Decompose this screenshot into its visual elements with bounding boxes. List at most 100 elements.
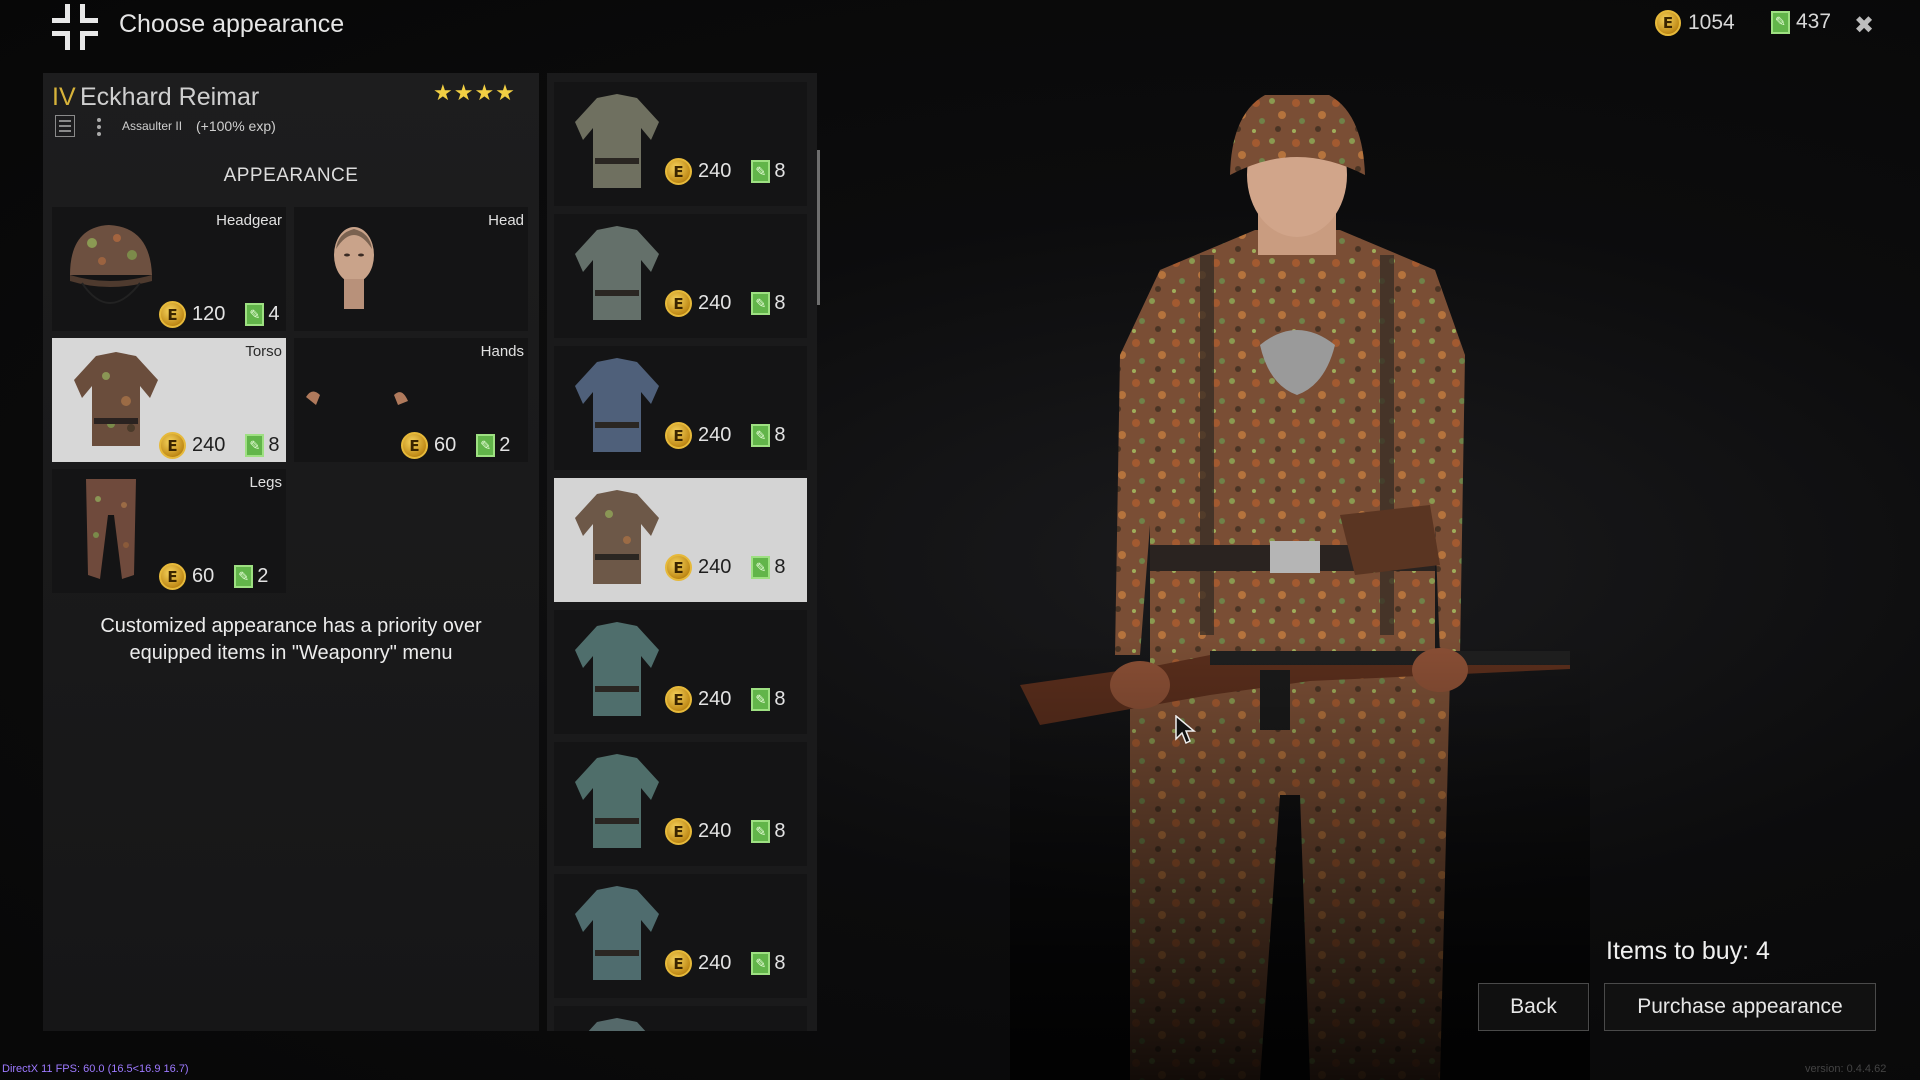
game-logo-icon <box>52 4 98 50</box>
catalog-item[interactable]: E 240 ✎ 8 <box>554 874 807 998</box>
hands-image <box>306 391 408 405</box>
gold-amount: 1054 <box>1688 11 1735 34</box>
legs-image <box>86 479 136 579</box>
slot-label: Torso <box>245 343 282 360</box>
ticket-amount: 437 <box>1796 10 1832 33</box>
ticket-icon: ✎ <box>476 434 496 457</box>
more-options-icon[interactable] <box>95 117 103 137</box>
torso-image <box>74 352 158 446</box>
gold-coin-icon: E <box>665 686 692 713</box>
ticket-price: 8 <box>774 688 786 710</box>
gold-price: 240 <box>698 688 732 710</box>
slot-torso[interactable]: Torso E 240 ✎ 8 <box>52 338 286 462</box>
catalog-scrollbar[interactable] <box>817 150 820 305</box>
close-button[interactable]: ✖ <box>1854 11 1874 40</box>
slot-headgear[interactable]: Headgear E 120 ✎ 4 <box>52 207 286 331</box>
appearance-heading: APPEARANCE <box>223 165 359 186</box>
gold-price: 240 <box>698 160 732 182</box>
ticket-icon: ✎ <box>751 292 771 315</box>
fps-counter: DirectX 11 FPS: 60.0 (16.5<16.9 16.7) <box>2 1063 189 1075</box>
soldier-exp-bonus: (+100% exp) <box>196 118 276 134</box>
gold-coin-icon: E <box>159 563 186 590</box>
ticket-icon: ✎ <box>751 556 771 579</box>
ticket-icon: ✎ <box>234 565 254 588</box>
soldier-model-preview <box>1010 95 1590 1080</box>
ticket-icon: ✎ <box>1771 10 1790 34</box>
mouse-cursor-icon <box>1175 715 1197 745</box>
gold-coin-icon: E <box>665 422 692 449</box>
catalog-item[interactable]: E 240 ✎ 8 <box>554 742 807 866</box>
slot-label: Hands <box>480 343 524 360</box>
ticket-price: 8 <box>774 292 786 314</box>
ticket-icon: ✎ <box>751 688 771 711</box>
helmet-image <box>70 225 152 304</box>
gold-coin-icon: E <box>665 818 692 845</box>
list-icon[interactable] <box>55 115 75 137</box>
gold-coin-icon: E <box>665 554 692 581</box>
gold-coin-icon: E <box>665 290 692 317</box>
gold-coin-icon: E <box>665 950 692 977</box>
jacket-image <box>575 490 659 584</box>
notice-line: equipped items in "Weaponry" menu <box>129 642 453 664</box>
jacket-image <box>575 622 659 716</box>
ticket-icon: ✎ <box>245 434 265 457</box>
purchase-appearance-button[interactable]: Purchase appearance <box>1604 983 1876 1031</box>
ticket-price: 8 <box>774 952 786 974</box>
gold-price: 240 <box>698 820 732 842</box>
ticket-price: 2 <box>257 565 269 587</box>
ticket-icon: ✎ <box>751 952 771 975</box>
ticket-icon: ✎ <box>751 160 771 183</box>
version-label: version: 0.4.4.62 <box>1805 1063 1887 1075</box>
head-image <box>334 227 374 309</box>
soldier-appearance-panel: IV Eckhard Reimar ★★★★ Assaulter II (+10… <box>43 73 539 1031</box>
item-price: E 240 ✎ 8 <box>665 686 786 713</box>
gold-coin-icon: E <box>401 432 428 459</box>
item-price: E 240 ✎ 8 <box>665 158 786 185</box>
jacket-image <box>575 94 659 188</box>
catalog-item-selected[interactable]: E 240 ✎ 8 <box>554 478 807 602</box>
soldier-stars: ★★★★ <box>433 80 516 105</box>
slot-price: E 60 ✎ 2 <box>159 563 268 590</box>
ticket-price: 8 <box>774 424 786 446</box>
ticket-icon: ✎ <box>751 820 771 843</box>
catalog-item[interactable] <box>554 1006 807 1031</box>
ticket-balance: ✎ 437 <box>1771 10 1831 34</box>
ticket-price: 8 <box>774 820 786 842</box>
items-to-buy: Items to buy: 4 <box>1606 937 1770 965</box>
item-price: E 240 ✎ 8 <box>665 818 786 845</box>
slot-label: Head <box>488 212 524 229</box>
slot-label: Headgear <box>216 212 282 229</box>
gold-coin-icon: E <box>665 158 692 185</box>
jacket-image <box>575 754 659 848</box>
slot-hands[interactable]: Hands E 60 ✎ 2 <box>294 338 528 462</box>
item-price: E 240 ✎ 8 <box>665 290 786 317</box>
jacket-image <box>588 1018 646 1031</box>
slot-legs[interactable]: Legs E 60 ✎ 2 <box>52 469 286 593</box>
catalog-item[interactable]: E 240 ✎ 8 <box>554 610 807 734</box>
torso-catalog-list[interactable]: E 240 ✎ 8 E 240 ✎ 8 E 240 ✎ 8 E 240 ✎ 8 E 240 ✎ 8 E 240 ✎… <box>547 73 817 1031</box>
back-button[interactable]: Back <box>1478 983 1589 1031</box>
gold-coin-icon: E <box>159 432 186 459</box>
gold-price: 60 <box>192 565 215 587</box>
gold-price: 240 <box>698 556 732 578</box>
ticket-price: 8 <box>774 556 786 578</box>
item-price: E 240 ✎ 8 <box>665 554 786 581</box>
catalog-item[interactable]: E 240 ✎ 8 <box>554 82 807 206</box>
jacket-image <box>575 226 659 320</box>
soldier-rank: IV <box>52 83 76 111</box>
notice-line: Customized appearance has a priority ove… <box>100 615 482 637</box>
gold-price: 240 <box>698 292 732 314</box>
gold-price: 240 <box>192 434 226 456</box>
catalog-item[interactable]: E 240 ✎ 8 <box>554 346 807 470</box>
soldier-name: Eckhard Reimar <box>80 83 260 111</box>
ticket-price: 4 <box>268 303 280 325</box>
slot-price: E 120 ✎ 4 <box>159 301 280 328</box>
catalog-item[interactable]: E 240 ✎ 8 <box>554 214 807 338</box>
ticket-price: 2 <box>499 434 511 456</box>
item-price: E 240 ✎ 8 <box>665 422 786 449</box>
ticket-icon: ✎ <box>751 424 771 447</box>
slot-label: Legs <box>249 474 282 491</box>
soldier-class: Assaulter II <box>122 119 183 133</box>
slot-price: E 60 ✎ 2 <box>401 432 510 459</box>
slot-head[interactable]: Head <box>294 207 528 331</box>
